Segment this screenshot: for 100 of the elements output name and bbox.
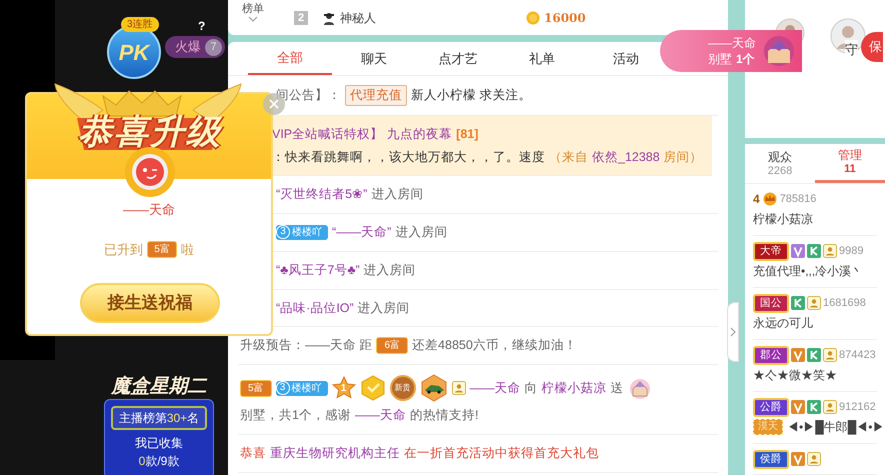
- user-id: 912162: [839, 400, 876, 415]
- message-text: 进入房间: [395, 224, 448, 241]
- user-name: 九点的夜幕: [387, 126, 452, 143]
- user-name: “灭世终结者5❀”: [276, 186, 368, 204]
- message-text: 恭喜: [240, 444, 266, 462]
- message-text: 间公告】：: [276, 87, 341, 104]
- crown-icon: [762, 192, 778, 206]
- bless-button[interactable]: 接生送祝福: [80, 283, 220, 323]
- message-text: （来自: [549, 148, 588, 166]
- user-name: 充值代理•,,,冷小溪丶: [753, 263, 864, 280]
- user-name: VIP全站喊话特权】: [272, 126, 384, 143]
- coin-amount: 16000: [544, 10, 586, 26]
- level-number: 4: [753, 191, 760, 208]
- car-medal-icon: [420, 374, 448, 402]
- message-text: 升级预告：——天命 距: [240, 337, 372, 354]
- user-name: 永远の可儿: [753, 315, 813, 332]
- user-icon: [807, 296, 821, 310]
- user-name: 神秘人: [340, 10, 376, 26]
- rank-number: 2: [294, 10, 308, 24]
- user-name: 依然_12388: [592, 148, 660, 166]
- message-text: 房间）: [664, 148, 703, 166]
- message-text: [81]: [456, 126, 478, 143]
- user-name: ——天命: [470, 380, 521, 397]
- protect-badge[interactable]: 保: [861, 32, 883, 62]
- hexagon-medal-icon: [360, 375, 386, 401]
- wealth-badge: 5富: [147, 241, 177, 258]
- message-text: 向: [524, 380, 538, 397]
- noble-title-badge: 国公: [753, 294, 789, 312]
- collected-text: 我已收集: [135, 435, 183, 452]
- noble-title-badge: 郡公: [753, 346, 789, 364]
- coin-icon: [526, 10, 540, 24]
- user-icon: [823, 400, 837, 414]
- user-icon: [823, 348, 837, 362]
- upgrade-text: 啦: [180, 241, 194, 259]
- collapse-handle[interactable]: [727, 302, 739, 362]
- user-name: ——天命: [354, 407, 406, 424]
- promo-title: 魔盒星期二: [112, 375, 206, 399]
- rank-text: 主播榜第30+名: [111, 406, 207, 430]
- message-text: ：快来看跳舞啊，，该大地万都大，，了。速度: [272, 148, 545, 166]
- message-text: 进入房间: [371, 186, 424, 204]
- user-name: 重庆生物研究机构主任: [270, 444, 400, 462]
- newbie-medal: 新贵: [390, 375, 416, 401]
- user-name: ——天命: [122, 201, 176, 219]
- upgrade-text: 已升到: [104, 241, 144, 259]
- noble-title-badge: 公爵: [753, 398, 789, 416]
- user-name: 柠檬小菇凉: [753, 211, 813, 228]
- noble-title-badge: 大帝: [753, 242, 789, 260]
- user-icon: [807, 452, 821, 466]
- chat-tab[interactable]: 点才艺: [416, 42, 500, 75]
- castle-icon: [762, 35, 796, 67]
- user-name: ★亽★微★笑★: [753, 367, 837, 384]
- chat-tab[interactable]: 聊天: [332, 42, 416, 75]
- user-name: ◀•▶█牛郎█◀•▶: [787, 419, 884, 436]
- user-icon: [823, 244, 837, 258]
- star-medal: 1: [332, 376, 356, 400]
- spy-icon: [322, 10, 336, 24]
- user-name: ——天命: [708, 35, 756, 51]
- user-id: 9989: [839, 244, 864, 259]
- chevron-right-icon: [730, 327, 736, 337]
- close-icon: [269, 99, 279, 109]
- user-id: 1681698: [823, 296, 866, 311]
- user-name: “——天命”: [332, 224, 392, 241]
- win-streak-badge: 3连胜: [121, 17, 159, 32]
- audience-tab[interactable]: 观众 2268: [745, 144, 815, 183]
- noble-title-badge: 侯爵: [753, 450, 789, 468]
- message-text: 的热情支持!: [410, 407, 478, 424]
- gift-house-icon: [628, 377, 652, 399]
- collected-count: 0款/9款: [138, 453, 180, 470]
- message-text: 在一折首充活动中获得首充大礼包: [404, 444, 599, 462]
- k-badge-icon: [807, 348, 821, 362]
- winking-face-icon: [131, 153, 169, 191]
- chat-tab[interactable]: 礼单: [500, 42, 584, 75]
- k-badge-icon: [807, 400, 821, 414]
- chevron-down-icon: [248, 16, 258, 22]
- promo-card[interactable]: 主播榜第30+名 我已收集 0款/9款: [104, 399, 214, 475]
- rank-label[interactable]: 榜单: [242, 3, 264, 16]
- message-text: 新人小柠檬 求关注。: [411, 87, 532, 104]
- user-name: “品味·品位IO”: [276, 300, 354, 316]
- user-name: 柠檬小菇凉: [542, 380, 607, 397]
- wealth-badge: 6富: [376, 337, 408, 354]
- fan-badge: 3 楼楼吖: [276, 380, 328, 396]
- popularity-badge: 火爆 7: [165, 36, 225, 58]
- k-badge-icon: [807, 244, 821, 258]
- tag-badge: 漠天: [753, 419, 783, 435]
- k-badge-icon: [791, 296, 805, 310]
- gift-count: 1个: [736, 51, 755, 67]
- message-text: 别墅，共1个，感谢: [240, 407, 351, 424]
- user-id: 785816: [780, 192, 816, 207]
- help-button[interactable]: ?: [198, 17, 206, 35]
- audience-tab[interactable]: 管理 11: [815, 144, 885, 183]
- message-text: 还差48850六币，继续加油！: [412, 337, 577, 354]
- user-name: “♣风王子7号♣”: [276, 262, 360, 279]
- message-text: 送: [610, 380, 624, 397]
- user-id: 874423: [839, 348, 876, 363]
- user-icon: [452, 381, 466, 395]
- chat-tab[interactable]: 全部: [248, 42, 332, 75]
- chat-tab[interactable]: 活动: [584, 42, 668, 75]
- message-text: 进入房间: [364, 262, 416, 279]
- agent-tag: 代理充值: [345, 85, 407, 106]
- message-text: 进入房间: [358, 300, 410, 316]
